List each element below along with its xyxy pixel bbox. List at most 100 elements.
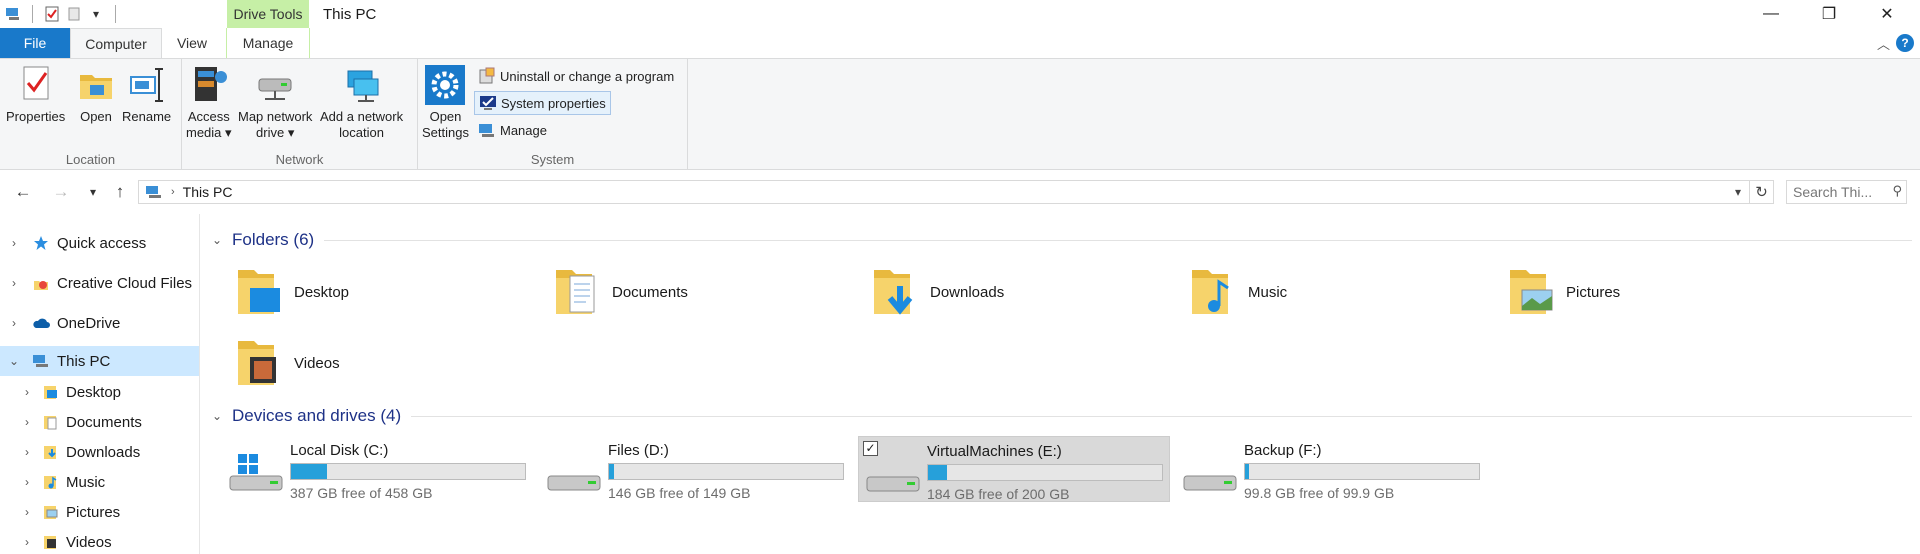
tab-manage[interactable]: Manage bbox=[226, 28, 310, 58]
location-group: Properties Open Rename Location bbox=[0, 59, 182, 171]
folder-desktop[interactable]: Desktop bbox=[234, 262, 349, 322]
manage-label: Manage bbox=[500, 122, 547, 138]
add-network-location-button[interactable]: Add a network location bbox=[320, 63, 403, 141]
folders-section-header[interactable]: ⌄ Folders (6) bbox=[212, 228, 1912, 252]
location-group-label: Location bbox=[65, 152, 116, 167]
access-media-button[interactable]: Access media ▾ bbox=[186, 63, 232, 141]
nav-item-videos[interactable]: › Videos bbox=[0, 527, 199, 554]
folder-name: Videos bbox=[294, 354, 340, 372]
drive-c[interactable]: Local Disk (C:) 387 GB free of 458 GB bbox=[222, 436, 534, 502]
nav-item-quick-access[interactable]: › Quick access bbox=[0, 228, 199, 258]
uninstall-program-button[interactable]: Uninstall or change a program bbox=[474, 64, 678, 88]
address-bar[interactable]: › This PC bbox=[138, 180, 1750, 204]
hard-drive-icon bbox=[1183, 475, 1237, 491]
nav-item-this-pc[interactable]: ⌄ This PC bbox=[0, 346, 199, 376]
close-button[interactable]: ✕ bbox=[1858, 0, 1916, 28]
minimize-button[interactable]: — bbox=[1742, 0, 1800, 28]
folder-videos[interactable]: Videos bbox=[234, 333, 340, 393]
restore-button[interactable]: ❐ bbox=[1800, 0, 1858, 28]
map-network-drive-button[interactable]: Map network drive ▾ bbox=[238, 63, 312, 141]
chevron-right-icon[interactable]: › bbox=[20, 385, 34, 399]
uninstall-icon bbox=[479, 67, 495, 84]
folder-pictures[interactable]: Pictures bbox=[1506, 262, 1620, 322]
rename-button[interactable]: Rename bbox=[122, 63, 171, 125]
map-network-drive-label-1: Map network bbox=[238, 109, 313, 124]
folder-downloads[interactable]: Downloads bbox=[870, 262, 1004, 322]
nav-item-desktop[interactable]: › Desktop bbox=[0, 377, 199, 407]
system-group-label: System bbox=[530, 152, 575, 167]
breadcrumb-this-pc[interactable]: This PC bbox=[183, 184, 233, 200]
drive-d[interactable]: Files (D:) 146 GB free of 149 GB bbox=[540, 436, 852, 502]
section-divider bbox=[324, 239, 1912, 241]
chevron-down-icon[interactable]: ⌄ bbox=[212, 233, 226, 247]
chevron-right-icon[interactable]: › bbox=[7, 276, 21, 290]
chevron-right-icon[interactable]: › bbox=[20, 445, 34, 459]
nav-item-documents[interactable]: › Documents bbox=[0, 407, 199, 437]
back-arrow-icon[interactable]: ← bbox=[10, 180, 36, 204]
drive-name: Backup (F:) bbox=[1244, 442, 1322, 459]
folder-name: Downloads bbox=[930, 283, 1005, 301]
nav-item-pictures[interactable]: › Pictures bbox=[0, 497, 199, 527]
downloads-folder-icon bbox=[40, 443, 60, 461]
tab-view[interactable]: View bbox=[166, 28, 218, 58]
nav-item-creative-cloud[interactable]: › Creative Cloud Files bbox=[0, 268, 199, 298]
chevron-right-icon[interactable]: › bbox=[7, 236, 21, 250]
drive-f[interactable]: Backup (F:) 99.8 GB free of 99.9 GB bbox=[1176, 436, 1488, 502]
drive-usage-bar bbox=[608, 463, 844, 480]
chevron-right-icon[interactable]: › bbox=[20, 475, 34, 489]
navigation-bar: ← → ▾ ↑ › This PC ▾ ↻ Search Thi... ⚲ bbox=[0, 170, 1920, 214]
chevron-down-icon[interactable]: ▾ bbox=[87, 5, 105, 23]
chevron-right-icon[interactable]: › bbox=[20, 535, 34, 549]
nav-item-onedrive[interactable]: › OneDrive bbox=[0, 308, 199, 338]
forward-arrow-icon[interactable]: → bbox=[48, 180, 74, 204]
nav-item-label: Quick access bbox=[57, 234, 147, 252]
chevron-right-icon[interactable]: › bbox=[7, 316, 21, 330]
recent-locations-chevron-icon[interactable]: ▾ bbox=[80, 180, 106, 204]
ribbon-tab-row: File Computer View Manage ︿ ? bbox=[0, 28, 1920, 58]
drive-name: Files (D:) bbox=[608, 442, 669, 459]
folder-name: Documents bbox=[612, 283, 688, 301]
documents-folder-icon bbox=[40, 413, 60, 431]
drive-usage-bar bbox=[927, 464, 1163, 481]
star-icon bbox=[31, 234, 51, 252]
open-settings-button[interactable]: Open Settings bbox=[422, 63, 469, 141]
drive-e[interactable]: ✓ VirtualMachines (E:) 184 GB free of 20… bbox=[858, 436, 1170, 502]
folder-documents[interactable]: Documents bbox=[552, 262, 688, 322]
folder-music[interactable]: Music bbox=[1188, 262, 1287, 322]
properties-button[interactable]: Properties bbox=[6, 63, 65, 125]
nav-item-label: This PC bbox=[57, 352, 111, 370]
nav-item-label: Videos bbox=[66, 533, 112, 551]
chevron-up-icon[interactable]: ︿ bbox=[1877, 28, 1890, 58]
up-arrow-icon[interactable]: ↑ bbox=[107, 180, 133, 204]
computer-manage-icon bbox=[479, 124, 494, 137]
videos-folder-icon bbox=[238, 341, 276, 385]
chevron-down-icon[interactable]: ⌄ bbox=[212, 409, 226, 423]
nav-item-downloads[interactable]: › Downloads bbox=[0, 437, 199, 467]
chevron-down-icon[interactable]: ⌄ bbox=[7, 354, 21, 368]
drive-free-space: 146 GB free of 149 GB bbox=[608, 485, 751, 501]
computer-app-icon bbox=[4, 5, 22, 23]
drive-usage-bar bbox=[290, 463, 526, 480]
drives-section-header[interactable]: ⌄ Devices and drives (4) bbox=[212, 404, 1912, 428]
tab-file[interactable]: File bbox=[0, 28, 70, 58]
cloud-icon bbox=[31, 314, 51, 332]
open-button[interactable]: Open bbox=[76, 63, 116, 125]
system-properties-button[interactable]: System properties bbox=[474, 91, 611, 115]
add-network-location-label-2: location bbox=[339, 125, 384, 140]
address-dropdown-chevron-icon[interactable]: ▾ bbox=[1727, 180, 1749, 204]
media-icon bbox=[194, 67, 227, 101]
pictures-folder-icon bbox=[40, 503, 60, 521]
help-icon[interactable]: ? bbox=[1896, 34, 1914, 52]
drive-usage-fill bbox=[291, 464, 328, 479]
chevron-right-icon[interactable]: › bbox=[20, 415, 34, 429]
nav-item-label: Creative Cloud Files bbox=[57, 274, 193, 292]
new-folder-quick-icon[interactable] bbox=[65, 5, 83, 23]
properties-quick-icon[interactable] bbox=[43, 5, 61, 23]
nav-item-label: Downloads bbox=[66, 443, 141, 461]
search-input[interactable]: Search Thi... ⚲ bbox=[1786, 180, 1907, 204]
chevron-right-icon[interactable]: › bbox=[20, 505, 34, 519]
refresh-icon[interactable]: ↻ bbox=[1750, 180, 1774, 204]
nav-item-music[interactable]: › Music bbox=[0, 467, 199, 497]
manage-button[interactable]: Manage bbox=[474, 118, 551, 142]
tab-computer[interactable]: Computer bbox=[70, 28, 162, 58]
